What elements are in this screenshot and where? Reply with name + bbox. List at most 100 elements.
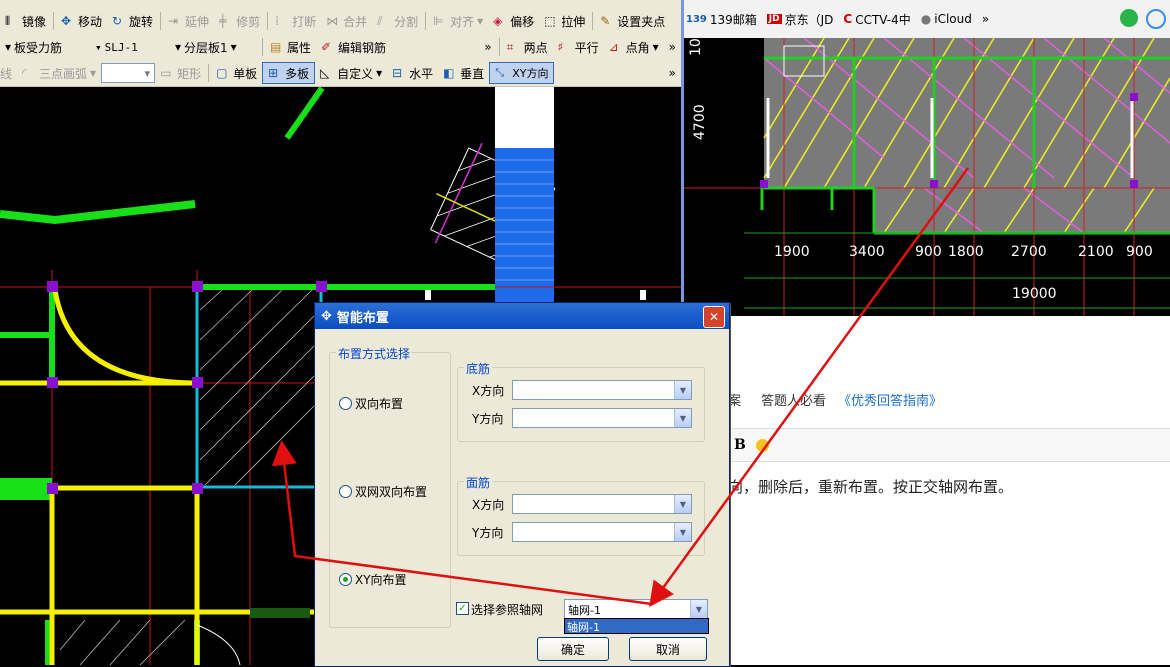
chevron-down-icon: ▼ bbox=[690, 600, 707, 618]
separator bbox=[267, 12, 269, 30]
rotate-button[interactable]: ↻ 旋转 bbox=[107, 10, 158, 32]
guide-link[interactable]: 《优秀回答指南》 bbox=[838, 390, 942, 409]
ref-grid-checkbox[interactable]: ✓ bbox=[456, 602, 469, 615]
align-icon: ⊫ bbox=[433, 14, 444, 28]
dim-label-vertical-100: 100 bbox=[688, 38, 704, 56]
radio-xy-direction[interactable]: XY向布置 bbox=[339, 571, 407, 588]
bottom-x-combo[interactable]: ▼ bbox=[512, 380, 692, 400]
chevron-down-icon: ▾ bbox=[175, 40, 182, 54]
two-points-button[interactable]: ⌗ 两点 bbox=[502, 36, 553, 58]
set-grip-button[interactable]: ✎ 设置夹点 bbox=[595, 10, 670, 32]
mirror-button[interactable]: ⫴ 镜像 bbox=[0, 10, 51, 32]
favorites-bar: 139 139邮箱 JD 京东（JD C CCTV-4中 ● iCloud » bbox=[684, 0, 1170, 39]
parallel-icon: ♯ bbox=[557, 40, 564, 54]
chevron-down-icon: ▼ bbox=[674, 381, 691, 399]
toolbar-edit: ⫴ 镜像 ✥ 移动 ↻ 旋转 ⇥ 延伸 ╪ 修剪 ⁞ 打断 ⋈ 合并 ⫽ 分割 ⊫ 对齐 ▾ ◈ 偏移… bbox=[0, 8, 681, 35]
parallel-button[interactable]: ♯ 平行 bbox=[553, 36, 604, 58]
pencil-icon: ✎ bbox=[600, 14, 611, 28]
split-icon: ⫽ bbox=[377, 14, 383, 28]
favorite-jd[interactable]: JD 京东（JD bbox=[766, 11, 833, 28]
ok-button[interactable]: 确定 bbox=[537, 637, 609, 661]
move-icon: ✥ bbox=[61, 14, 72, 28]
move-button[interactable]: ✥ 移动 bbox=[56, 10, 107, 32]
top-y-combo[interactable]: ▼ bbox=[512, 522, 692, 542]
ref-grid-dropdown-option[interactable]: 轴网-1 bbox=[564, 618, 709, 634]
layer-select[interactable]: ▾ 分层板1 ▾ bbox=[170, 36, 260, 58]
vertical-button[interactable]: ◧ 垂直 bbox=[438, 62, 489, 84]
smart-layout-dialog: ✥ 智能布置 ✕ 布置方式选择 双向布置 双网双向布置 XY向布置 底筋 X方向… bbox=[314, 302, 730, 667]
extend-button[interactable]: ⇥ 延伸 bbox=[163, 10, 214, 32]
ref-grid-combo[interactable]: 轴网-1 ▼ bbox=[564, 599, 708, 619]
rebar-name-select[interactable]: ▾ SLJ-1 bbox=[90, 36, 170, 58]
radio-circle bbox=[339, 397, 352, 410]
top-y-label: Y方向 bbox=[472, 526, 504, 540]
radio-bidirectional[interactable]: 双向布置 bbox=[339, 395, 403, 412]
top-rebar-label: 面筋 bbox=[464, 474, 493, 491]
bold-button[interactable]: B bbox=[734, 437, 746, 453]
web-answer-page: 案 答题人必看 《优秀回答指南》 B 向，删除后，重新布置。按正交轴网布置。 bbox=[684, 316, 1170, 665]
dim-label: 2100 bbox=[1078, 244, 1114, 260]
trim-icon: ╪ bbox=[219, 14, 227, 28]
favorite-cctv[interactable]: C CCTV-4中 bbox=[843, 11, 910, 28]
editor-toolbar: B bbox=[728, 428, 1170, 462]
minimize-icon[interactable] bbox=[1146, 9, 1166, 29]
top-x-combo[interactable]: ▼ bbox=[512, 494, 692, 514]
align-button[interactable]: ⊫ 对齐 ▾ bbox=[428, 10, 488, 32]
three-point-arc-button[interactable]: ◜ 三点画弧 ▾ bbox=[17, 62, 101, 84]
single-slab-button[interactable]: ▢ 单板 bbox=[211, 62, 262, 84]
dim-label: 3400 bbox=[849, 244, 885, 260]
separator bbox=[262, 38, 263, 56]
chevron-down-icon: ▾ bbox=[477, 14, 484, 28]
chat-icon[interactable] bbox=[1120, 9, 1138, 27]
dim-label: 900 bbox=[1126, 244, 1153, 260]
chevron-down-icon: ▾ bbox=[230, 40, 237, 54]
stretch-button[interactable]: ⬚ 拉伸 bbox=[539, 10, 590, 32]
rebar-type-select[interactable]: ▾ 板受力筋 bbox=[0, 36, 90, 58]
rotate-icon: ↻ bbox=[112, 14, 123, 28]
radio-circle bbox=[339, 485, 352, 498]
offset-button[interactable]: ◈ 偏移 bbox=[488, 10, 539, 32]
toolbar-overflow-button[interactable]: » bbox=[479, 36, 496, 58]
separator bbox=[592, 12, 594, 30]
multi-slab-button[interactable]: ⊞ 多板 bbox=[262, 62, 316, 84]
trim-button[interactable]: ╪ 修剪 bbox=[214, 10, 265, 32]
favorites-overflow[interactable]: » bbox=[982, 12, 989, 26]
chevron-down-icon: ▾ bbox=[95, 40, 102, 54]
extend-icon: ⇥ bbox=[168, 14, 179, 28]
cancel-button[interactable]: 取消 bbox=[629, 637, 707, 661]
favorite-139mail[interactable]: 139 139邮箱 bbox=[686, 11, 757, 28]
edit-rebar-button[interactable]: ✐ 编辑钢筋 bbox=[316, 36, 391, 58]
split-button[interactable]: ⫽ 分割 bbox=[372, 10, 423, 32]
mirror-icon: ⫴ bbox=[5, 14, 11, 28]
custom-button[interactable]: ◺ 自定义 ▾ bbox=[315, 62, 387, 84]
dialog-app-icon: ✥ bbox=[321, 308, 332, 324]
rect-icon: ▭ bbox=[160, 66, 172, 80]
must-read-link[interactable]: 答题人必看 bbox=[761, 390, 826, 409]
answer-tabs: 案 答题人必看 bbox=[728, 390, 826, 409]
chevron-down-icon: ▾ bbox=[376, 66, 383, 80]
edit-rebar-icon: ✐ bbox=[321, 40, 332, 54]
emoji-icon[interactable] bbox=[755, 438, 769, 452]
favorite-icloud[interactable]: ● iCloud bbox=[921, 12, 972, 26]
dialog-title-bar[interactable]: ✥ 智能布置 bbox=[315, 303, 729, 329]
bottom-y-combo[interactable]: ▼ bbox=[512, 408, 692, 428]
properties-button[interactable]: ▤ 属性 bbox=[265, 36, 316, 58]
radio-double-net[interactable]: 双网双向布置 bbox=[339, 483, 427, 500]
merge-button[interactable]: ⋈ 合并 bbox=[321, 10, 372, 32]
xy-direction-button[interactable]: ⤡ XY方向 bbox=[489, 62, 555, 84]
dialog-close-button[interactable]: ✕ bbox=[703, 306, 725, 328]
separator bbox=[160, 12, 162, 30]
break-button[interactable]: ⁞ 打断 bbox=[270, 10, 321, 32]
arc-option-select[interactable]: ▾ bbox=[101, 63, 156, 83]
point-angle-button[interactable]: ⊿ 点角 ▾ bbox=[604, 36, 664, 58]
line-button[interactable]: 线 bbox=[0, 62, 17, 84]
cad-screenshot-right: 100 4700 1900 3400 900 1800 2700 2100 90… bbox=[684, 38, 1170, 316]
horizontal-button[interactable]: ⊟ 水平 bbox=[387, 62, 438, 84]
rect-button[interactable]: ▭ 矩形 bbox=[155, 62, 206, 84]
answer-text[interactable]: 向，删除后，重新布置。按正交轴网布置。 bbox=[728, 476, 1013, 497]
dim-label: 2700 bbox=[1011, 244, 1047, 260]
chevron-down-icon: ▾ bbox=[5, 40, 12, 54]
toolbar-overflow-button-3[interactable]: » bbox=[664, 62, 681, 84]
browser-ext-area bbox=[1120, 9, 1170, 29]
toolbar-overflow-button-2[interactable]: » bbox=[664, 36, 681, 58]
